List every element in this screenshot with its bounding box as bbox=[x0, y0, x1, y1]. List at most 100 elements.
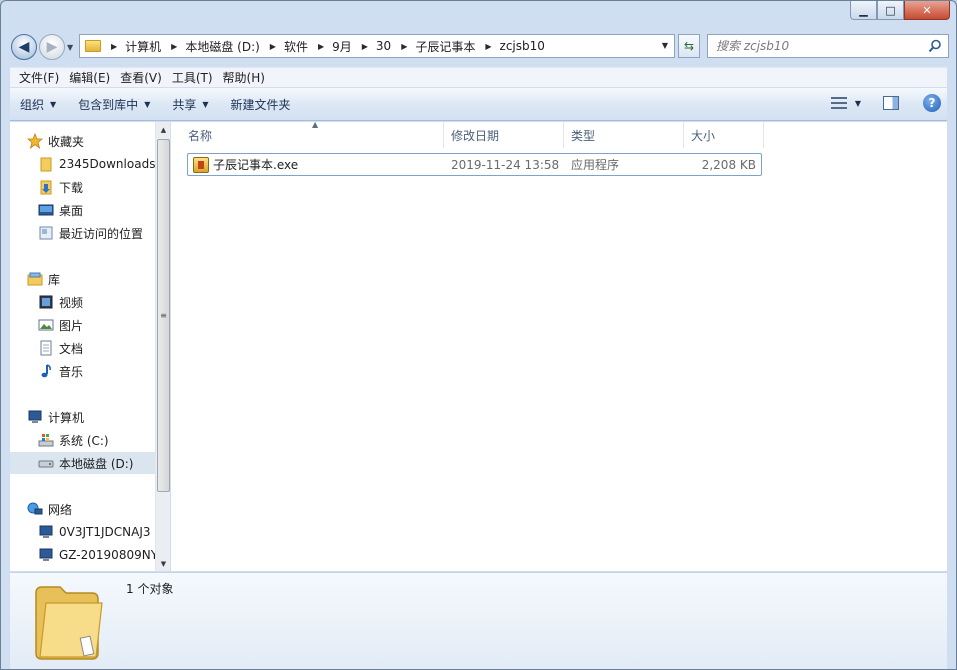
window-frame-right bbox=[947, 63, 956, 669]
sidebar-item-pictures[interactable]: 图片 bbox=[10, 314, 155, 336]
chevron-right-icon[interactable]: ▶ bbox=[318, 42, 324, 51]
caption-buttons: ▁ □ ✕ bbox=[850, 1, 950, 20]
menu-bar: 文件(F) 编辑(E) 查看(V) 工具(T) 帮助(H) bbox=[10, 67, 949, 87]
desktop-icon bbox=[38, 204, 54, 216]
scroll-thumb[interactable]: ≡ bbox=[157, 139, 170, 492]
computer-icon bbox=[39, 548, 53, 561]
sidebar-item-recent-places[interactable]: 最近访问的位置 bbox=[10, 222, 155, 244]
forward-button[interactable]: ▶ bbox=[39, 34, 65, 60]
system-drive-icon bbox=[38, 434, 54, 447]
music-note-icon bbox=[41, 364, 51, 378]
menu-tools[interactable]: 工具(T) bbox=[167, 69, 218, 86]
chevron-right-icon[interactable]: ▶ bbox=[362, 42, 368, 51]
scroll-up-arrow-icon[interactable]: ▲ bbox=[156, 122, 171, 137]
folder-icon bbox=[40, 157, 52, 172]
refresh-button[interactable]: ⇆ bbox=[678, 34, 700, 58]
menu-edit[interactable]: 编辑(E) bbox=[64, 69, 115, 86]
folder-icon bbox=[35, 586, 103, 660]
breadcrumb-30[interactable]: 30 bbox=[376, 39, 391, 53]
sidebar-item-downloads[interactable]: 下载 bbox=[10, 176, 155, 198]
share-button[interactable]: 共享 ▼ bbox=[172, 96, 208, 113]
preview-pane-icon[interactable] bbox=[883, 96, 899, 110]
sidebar-item-label: 收藏夹 bbox=[48, 134, 85, 149]
breadcrumb-software[interactable]: 软件 bbox=[284, 38, 308, 55]
computer-icon bbox=[28, 410, 42, 423]
sidebar-item-2345downloads[interactable]: 2345Downloads bbox=[10, 153, 155, 175]
new-folder-button[interactable]: 新建文件夹 bbox=[231, 96, 291, 113]
file-name-cell: 子辰记事本.exe bbox=[188, 156, 445, 173]
new-folder-label: 新建文件夹 bbox=[230, 97, 291, 112]
breadcrumb-zcjsb10[interactable]: zcjsb10 bbox=[500, 39, 545, 53]
include-in-library-button[interactable]: 包含到库中 ▼ bbox=[78, 96, 150, 113]
include-in-library-label: 包含到库中 bbox=[78, 97, 139, 112]
scroll-down-arrow-icon[interactable]: ▼ bbox=[156, 556, 171, 571]
menu-help[interactable]: 帮助(H) bbox=[218, 69, 270, 86]
breadcrumb-computer[interactable]: 计算机 bbox=[125, 38, 161, 55]
close-button[interactable]: ✕ bbox=[904, 1, 950, 20]
breadcrumb-zichen-notepad[interactable]: 子辰记事本 bbox=[415, 38, 475, 55]
application-icon bbox=[193, 156, 209, 173]
sidebar-item-label: 视频 bbox=[59, 295, 84, 310]
menu-file[interactable]: 文件(F) bbox=[14, 69, 64, 86]
forward-arrow-icon: ▶ bbox=[46, 39, 58, 55]
column-header-name[interactable]: ▲ 名称 bbox=[181, 120, 444, 148]
back-button[interactable]: ◀ bbox=[11, 34, 37, 60]
sidebar-item-music[interactable]: 音乐 bbox=[10, 360, 155, 382]
sidebar-item-documents[interactable]: 文档 bbox=[10, 337, 155, 359]
sidebar-item-videos[interactable]: 视频 bbox=[10, 291, 155, 313]
sidebar-item-label: 2345Downloads bbox=[59, 157, 155, 171]
help-icon[interactable]: ? bbox=[923, 94, 941, 112]
menu-view[interactable]: 查看(V) bbox=[115, 69, 167, 86]
picture-icon bbox=[38, 319, 54, 331]
search-icon[interactable] bbox=[928, 39, 942, 53]
search-box[interactable] bbox=[707, 34, 949, 58]
address-bar[interactable]: ▶ 计算机 ▶ 本地磁盘 (D:) ▶ 软件 ▶ 9月 ▶ 30 ▶ 子辰记事本… bbox=[79, 34, 675, 58]
sidebar-item-network-pc-1[interactable]: 0V3JT1JDCNAJ3 bbox=[10, 521, 155, 543]
column-header-label: 大小 bbox=[691, 128, 716, 143]
item-count: 1 个对象 bbox=[126, 582, 174, 596]
minimize-button[interactable]: ▁ bbox=[850, 1, 877, 20]
hard-drive-icon bbox=[38, 460, 54, 468]
chevron-right-icon[interactable]: ▶ bbox=[111, 42, 117, 51]
sidebar-item-label: 最近访问的位置 bbox=[59, 226, 144, 241]
recent-pages-dropdown[interactable]: ▼ bbox=[67, 43, 73, 52]
navigation-pane: 收藏夹 2345Downloads 下载 桌面 最近访问的位置 库 视频 图片 … bbox=[10, 122, 170, 571]
sidebar-item-desktop[interactable]: 桌面 bbox=[10, 199, 155, 221]
chevron-right-icon[interactable]: ▶ bbox=[401, 42, 407, 51]
star-icon bbox=[27, 133, 43, 149]
change-view-icon[interactable] bbox=[830, 97, 847, 109]
search-input[interactable] bbox=[716, 39, 916, 53]
sidebar-item-computer[interactable]: 计算机 bbox=[10, 406, 155, 428]
computer-icon bbox=[39, 525, 53, 538]
chevron-right-icon[interactable]: ▶ bbox=[485, 42, 491, 51]
sidebar-item-network[interactable]: 网络 bbox=[10, 498, 155, 520]
recent-places-icon bbox=[39, 226, 53, 240]
breadcrumb-september[interactable]: 9月 bbox=[332, 38, 352, 55]
breadcrumb-drive-d[interactable]: 本地磁盘 (D:) bbox=[185, 38, 259, 55]
file-row[interactable]: 子辰记事本.exe 2019-11-24 13:58 应用程序 2,208 KB bbox=[187, 153, 762, 176]
chevron-down-icon: ▼ bbox=[50, 99, 57, 109]
chevron-right-icon[interactable]: ▶ bbox=[270, 42, 276, 51]
sidebar-item-label: 系统 (C:) bbox=[59, 433, 109, 448]
organize-label: 组织 bbox=[20, 97, 45, 112]
organize-button[interactable]: 组织 ▼ bbox=[20, 96, 56, 113]
address-history-dropdown[interactable]: ▼ bbox=[662, 41, 668, 50]
maximize-button[interactable]: □ bbox=[877, 1, 904, 20]
sidebar-item-libraries[interactable]: 库 bbox=[10, 268, 155, 290]
column-header-label: 修改日期 bbox=[451, 128, 500, 143]
column-header-label: 名称 bbox=[188, 128, 213, 143]
sidebar-item-drive-d[interactable]: 本地磁盘 (D:) bbox=[10, 452, 155, 474]
sidebar-item-drive-c[interactable]: 系统 (C:) bbox=[10, 429, 155, 451]
navigation-scrollbar[interactable]: ▲ ≡ ▼ bbox=[155, 122, 170, 571]
document-icon bbox=[40, 340, 52, 356]
column-header-label: 类型 bbox=[571, 128, 596, 143]
column-header-type[interactable]: 类型 bbox=[564, 122, 684, 148]
sidebar-item-favorites[interactable]: 收藏夹 bbox=[10, 130, 155, 152]
chevron-right-icon[interactable]: ▶ bbox=[171, 42, 177, 51]
column-header-date[interactable]: 修改日期 bbox=[444, 122, 564, 148]
network-icon bbox=[27, 502, 43, 515]
column-header-size[interactable]: 大小 bbox=[684, 122, 764, 148]
sidebar-item-network-pc-2[interactable]: GZ-20190809NY bbox=[10, 544, 155, 566]
view-options-dropdown[interactable]: ▼ bbox=[855, 99, 861, 108]
explorer-window: ▁ □ ✕ ◀ ▶ ▼ ▶ 计算机 ▶ 本地磁盘 (D:) ▶ 软件 ▶ 9月 … bbox=[0, 0, 957, 670]
